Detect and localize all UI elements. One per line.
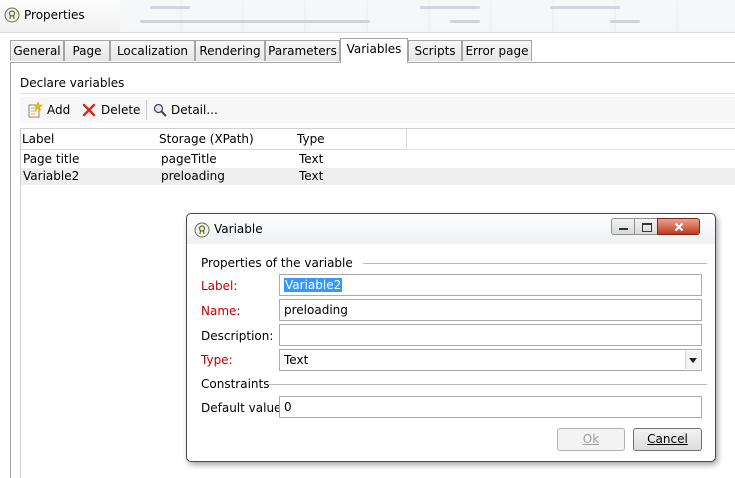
column-header-storage[interactable]: Storage (XPath) xyxy=(159,132,254,146)
add-icon xyxy=(28,102,43,118)
chevron-down-icon[interactable] xyxy=(685,351,700,369)
column-header-label[interactable]: Label xyxy=(22,132,54,146)
table-row[interactable]: Page title pageTitle Text xyxy=(21,151,735,168)
window-title: Properties xyxy=(24,8,85,22)
add-button-label: Add xyxy=(47,103,71,117)
tab-page[interactable]: Page xyxy=(64,40,110,61)
description-field[interactable] xyxy=(279,324,702,346)
name-field[interactable]: preloading xyxy=(279,299,702,321)
cell-label: Page title xyxy=(23,152,80,166)
column-header-type[interactable]: Type xyxy=(297,132,325,146)
delete-button-label: Delete xyxy=(101,103,141,117)
add-button[interactable]: Add xyxy=(27,100,70,120)
cell-type: Text xyxy=(299,169,324,183)
tab-parameters[interactable]: Parameters xyxy=(265,40,340,61)
description-field-caption: Description: xyxy=(201,329,274,343)
type-select-value: Text xyxy=(284,353,309,367)
window-titlebar: Properties xyxy=(0,0,735,33)
name-field-caption: Name: xyxy=(201,304,241,318)
cancel-button[interactable]: Cancel xyxy=(633,428,702,451)
toolbar-separator xyxy=(146,100,147,120)
dialog-title: Variable xyxy=(214,222,263,236)
section-title: Declare variables xyxy=(20,76,125,90)
cancel-button-label: Cancel xyxy=(647,432,688,446)
default-value-field[interactable]: 0 xyxy=(279,396,702,418)
default-value-caption: Default value: xyxy=(201,401,286,415)
table-header-filler xyxy=(406,129,735,150)
background-window-blur xyxy=(120,0,735,32)
label-field-caption: Label: xyxy=(201,279,238,293)
table-header: Label Storage (XPath) Type xyxy=(21,129,407,150)
group-divider xyxy=(269,384,707,385)
label-field-value: Variable2 xyxy=(284,278,343,292)
dialog-titlebar[interactable]: Variable xyxy=(187,214,715,244)
magnifier-icon xyxy=(153,103,167,117)
detail-button[interactable]: Detail... xyxy=(153,100,218,120)
group-properties-title: Properties of the variable xyxy=(201,256,353,270)
document-info-icon xyxy=(4,7,20,23)
document-info-icon xyxy=(194,222,210,238)
tab-general[interactable]: General xyxy=(10,40,64,61)
delete-icon xyxy=(82,103,96,117)
section-divider xyxy=(20,93,735,94)
default-value-value: 0 xyxy=(284,400,292,414)
name-field-value: preloading xyxy=(284,303,348,317)
maximize-icon xyxy=(642,223,652,232)
cell-storage: pageTitle xyxy=(161,152,217,166)
maximize-button[interactable] xyxy=(634,218,658,235)
close-icon xyxy=(674,222,684,232)
label-field[interactable]: Variable2 xyxy=(279,274,702,296)
delete-button[interactable]: Delete xyxy=(81,100,140,120)
ok-button[interactable]: Ok xyxy=(557,428,625,451)
cell-storage: preloading xyxy=(161,169,225,183)
tab-localization[interactable]: Localization xyxy=(110,40,195,61)
group-constraints-title: Constraints xyxy=(201,377,270,391)
variable-dialog: Variable Properties of the variable Labe… xyxy=(186,213,716,462)
tab-scripts[interactable]: Scripts xyxy=(408,40,462,61)
tab-rendering[interactable]: Rendering xyxy=(195,40,265,61)
minimize-button[interactable] xyxy=(611,218,635,235)
close-button[interactable] xyxy=(657,218,700,235)
type-select[interactable]: Text xyxy=(279,349,702,371)
type-field-caption: Type: xyxy=(201,353,233,367)
detail-button-label: Detail... xyxy=(171,103,218,117)
group-divider xyxy=(363,263,707,264)
table-row[interactable]: Variable2 preloading Text xyxy=(21,168,735,185)
toolbar: Add Delete Detail... xyxy=(20,97,735,123)
cell-label: Variable2 xyxy=(23,169,80,183)
tab-variables[interactable]: Variables xyxy=(340,38,408,63)
ok-button-label: Ok xyxy=(582,432,600,446)
cell-type: Text xyxy=(299,152,324,166)
minimize-icon xyxy=(619,228,628,230)
tab-error-page[interactable]: Error page xyxy=(462,40,532,61)
dialog-body: Properties of the variable Label: Variab… xyxy=(193,244,709,457)
